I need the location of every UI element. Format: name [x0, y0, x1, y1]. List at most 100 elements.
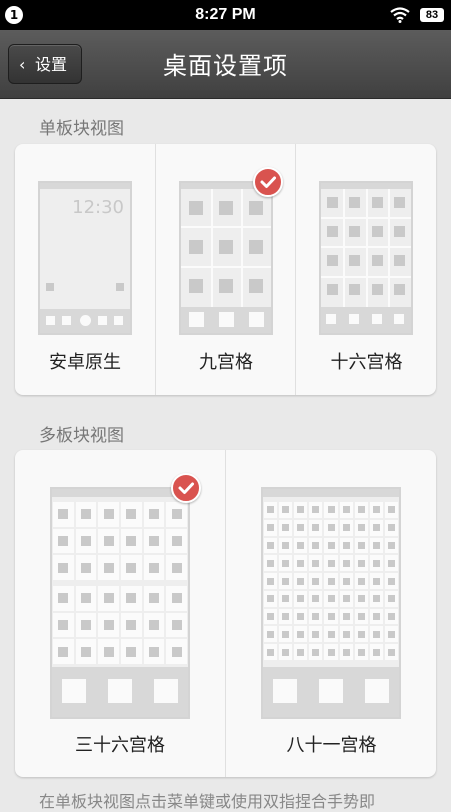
grid-tile: [126, 620, 137, 630]
grid-tile: [312, 648, 320, 656]
grid-tile: [81, 536, 91, 546]
clock-text: 12:30: [72, 197, 124, 218]
grid-tile: [267, 577, 275, 585]
selected-check-icon: [253, 167, 283, 197]
grid-tile: [297, 577, 305, 585]
grid-tile: [312, 613, 320, 621]
grid-tile: [342, 506, 350, 514]
grid-tile: [357, 577, 365, 585]
grid-tile: [312, 630, 320, 638]
layout-preview: [319, 181, 413, 335]
section-title-single: 单板块视图: [39, 119, 124, 139]
layout-preview: [50, 487, 190, 719]
grid-tile: [126, 646, 137, 657]
option-thirty-six-grid[interactable]: 三十六宫格: [15, 450, 225, 777]
single-panel-card: 12:30 安卓原生 九宫格 十六宫格: [15, 144, 436, 395]
grid-tile: [103, 646, 114, 657]
grid-tile: [149, 509, 159, 520]
grid-tile: [357, 630, 365, 638]
option-label: 三十六宫格: [75, 735, 165, 756]
grid-tile: [327, 630, 335, 638]
footer-hint: 在单板块视图点击菜单键或使用双指捏合手势即: [39, 792, 376, 811]
grid-tile: [342, 630, 350, 638]
grid-tile: [103, 620, 114, 630]
grid-tile: [342, 613, 350, 621]
grid-tile: [297, 541, 305, 549]
grid-tile: [126, 536, 137, 546]
grid-tile: [372, 559, 380, 567]
grid-tile: [357, 613, 365, 621]
grid-tile: [282, 524, 290, 532]
grid-tile: [171, 593, 182, 604]
grid-tile: [372, 630, 380, 638]
grid-tile: [357, 648, 365, 656]
grid-tile: [387, 506, 395, 514]
grid-tile: [171, 620, 182, 630]
option-eighty-one-grid[interactable]: 八十一宫格: [225, 450, 437, 777]
grid-tile: [342, 524, 350, 532]
grid-tile: [297, 613, 305, 621]
grid-tile: [372, 524, 380, 532]
grid-tile: [297, 506, 305, 514]
grid-tile: [103, 562, 114, 573]
grid-tile: [103, 593, 114, 604]
grid-tile: [58, 509, 69, 520]
grid-tile: [327, 648, 335, 656]
grid-tile: [149, 536, 159, 546]
grid-tile: [342, 577, 350, 585]
grid-tile: [282, 595, 290, 603]
grid-tile: [387, 559, 395, 567]
grid-tile: [267, 648, 275, 656]
grid-tile: [342, 559, 350, 567]
grid-tile: [297, 648, 305, 656]
layout-preview: 12:30: [38, 181, 132, 335]
grid-tile: [297, 524, 305, 532]
option-sixteen-grid[interactable]: 十六宫格: [295, 144, 437, 395]
grid-tile: [312, 524, 320, 532]
grid-tile: [267, 524, 275, 532]
grid-tile: [58, 593, 69, 604]
grid-tile: [267, 613, 275, 621]
option-nine-grid[interactable]: 九宫格: [155, 144, 296, 395]
grid-tile: [81, 620, 91, 630]
multi-panel-card: 三十六宫格 八十一宫格: [15, 450, 436, 777]
grid-tile: [387, 524, 395, 532]
grid-tile: [103, 509, 114, 520]
grid-tile: [126, 593, 137, 604]
grid-tile: [312, 595, 320, 603]
grid-tile: [327, 595, 335, 603]
grid-tile: [282, 541, 290, 549]
grid-tile: [327, 506, 335, 514]
option-label: 八十一宫格: [286, 735, 377, 756]
grid-tile: [81, 593, 91, 604]
grid-tile: [267, 595, 275, 603]
grid-tile: [372, 595, 380, 603]
grid-tile: [357, 541, 365, 549]
grid-tile: [372, 541, 380, 549]
grid-tile: [387, 577, 395, 585]
battery-icon: 83: [420, 8, 444, 22]
grid-tile: [327, 524, 335, 532]
grid-tile: [297, 630, 305, 638]
grid-tile: [372, 577, 380, 585]
grid-tile: [282, 630, 290, 638]
grid-tile: [81, 646, 91, 657]
grid-tile: [282, 613, 290, 621]
grid-tile: [81, 562, 91, 573]
grid-tile: [81, 509, 91, 520]
grid-tile: [171, 536, 182, 546]
grid-tile: [357, 524, 365, 532]
wifi-icon: [390, 7, 410, 23]
grid-tile: [297, 595, 305, 603]
grid-tile: [126, 509, 137, 520]
grid-tile: [58, 562, 69, 573]
option-android-native[interactable]: 12:30 安卓原生: [15, 144, 155, 395]
grid-tile: [58, 620, 69, 630]
grid-tile: [372, 648, 380, 656]
section-title-multi: 多板块视图: [39, 426, 124, 446]
grid-tile: [267, 630, 275, 638]
grid-tile: [282, 648, 290, 656]
grid-tile: [387, 541, 395, 549]
grid-tile: [267, 541, 275, 549]
grid-tile: [327, 559, 335, 567]
